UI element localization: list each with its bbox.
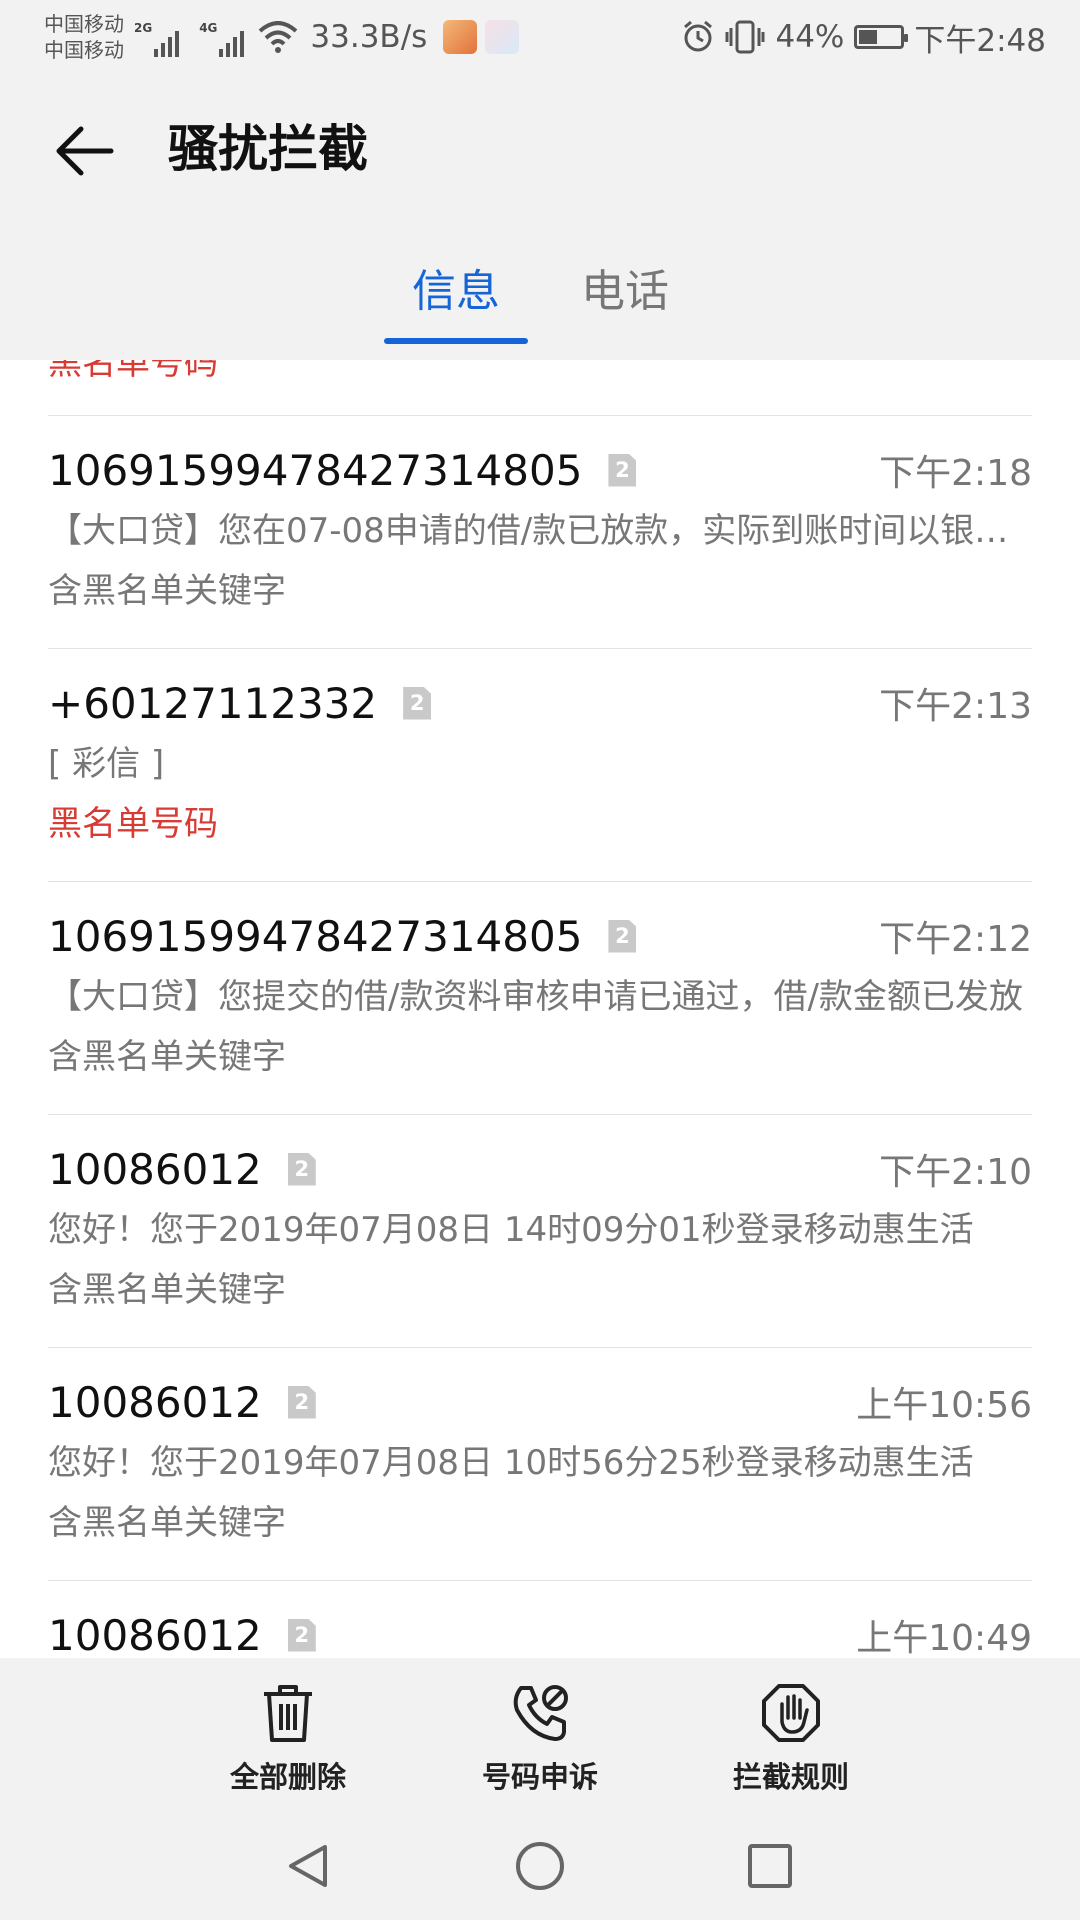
triangle-back-icon: [289, 1845, 327, 1887]
tab-calls[interactable]: 电话: [581, 250, 669, 334]
list-item[interactable]: 10691599478427314805 2 下午2:18 【大口贷】您在07-…: [48, 416, 1032, 649]
row-header: 10691599478427314805 2 下午2:18: [48, 444, 1032, 496]
sim-card-icon: 2: [287, 1618, 316, 1652]
app-notification-icon: [443, 20, 478, 54]
sim-card-icon: 2: [287, 1152, 316, 1186]
back-button[interactable]: [50, 116, 120, 186]
message-preview: 【大口贷】您提交的借/款资料审核申请已通过，借/款金额已发放: [48, 977, 1023, 1017]
sender-number: 10086012: [48, 1377, 262, 1427]
list-item[interactable]: 10691599478427314805 2 下午2:12 【大口贷】您提交的借…: [48, 882, 1032, 1115]
message-time: 下午2:12: [879, 919, 1032, 960]
sim-card-icon: 2: [403, 686, 432, 720]
action-label: 号码申诉: [481, 1760, 598, 1794]
tab-bar: 信息 电话: [0, 250, 1080, 346]
block-reason: 含黑名单关键字: [48, 1270, 286, 1310]
action-label: 全部删除: [229, 1760, 346, 1794]
signal-icon: [154, 27, 180, 57]
list-item[interactable]: 10086012 2 下午2:10 您好！您于2019年07月08日 14时09…: [48, 1115, 1032, 1348]
message-preview: 您好！您于2019年07月08日 10时56分25秒登录移动惠生活: [48, 1443, 974, 1483]
row-header: 10086012 2 上午10:49: [48, 1609, 1032, 1659]
block-reason: 含黑名单关键字: [48, 571, 286, 611]
wifi-icon: [259, 21, 298, 53]
status-right-group: 44% 下午2:48: [681, 15, 1046, 60]
list-item[interactable]: +60127112332 2 下午2:13 [ 彩信 ] 黑名单号码: [48, 649, 1032, 882]
action-label: 拦截规则: [732, 1760, 849, 1794]
battery-level-fill: [859, 30, 877, 44]
delete-all-button[interactable]: 全部删除: [188, 1682, 388, 1796]
phone-blocked-icon: [513, 1685, 568, 1741]
sender-number: +60127112332: [48, 678, 378, 728]
message-preview: [ 彩信 ]: [48, 744, 165, 784]
carrier-1-label: 中国移动: [44, 12, 124, 36]
tab-messages[interactable]: 信息: [412, 250, 500, 334]
message-preview: 您好！您于2019年07月08日 14时09分01秒登录移动惠生活: [48, 1210, 974, 1250]
active-tab-indicator: [384, 338, 528, 344]
row-header: 10691599478427314805 2 下午2:12: [48, 910, 1032, 962]
list-item[interactable]: 黑名单号码: [48, 360, 1032, 416]
blocked-messages-list[interactable]: 黑名单号码 10691599478427314805 2 下午2:18 【大口贷…: [0, 360, 1080, 1658]
signal-icon: [219, 27, 245, 57]
clock: 下午2:48: [914, 22, 1046, 59]
sender-number: 10086012: [48, 1610, 262, 1659]
carrier-2-label: 中国移动: [44, 38, 124, 62]
vibrate-icon: [725, 20, 765, 54]
message-time: 上午10:56: [856, 1385, 1032, 1426]
battery-percent: 44%: [775, 19, 845, 55]
number-appeal-button[interactable]: 号码申诉: [440, 1682, 640, 1796]
row-header: 10086012 2 上午10:56: [48, 1376, 1032, 1428]
message-preview: 【大口贷】您在07-08申请的借/款已放款，实际到账时间以银行为准: [48, 511, 1032, 551]
signal-group-2: 4G: [199, 17, 254, 57]
block-reason: 黑名单号码: [48, 804, 218, 844]
system-nav-bar: [0, 1808, 1080, 1920]
app-notification-icon: [485, 20, 520, 54]
sim-card-icon: 2: [608, 453, 637, 487]
arrow-left-icon: [56, 126, 114, 176]
nav-recent-button[interactable]: [742, 1838, 798, 1894]
sender-number: 10086012: [48, 1144, 262, 1194]
nav-home-button[interactable]: [512, 1838, 568, 1894]
sender-number: 10691599478427314805: [48, 911, 583, 961]
signal-group-1: 2G: [134, 17, 189, 57]
block-reason: 黑名单号码: [48, 360, 218, 383]
message-time: 下午2:13: [879, 686, 1032, 727]
bottom-action-bar: 全部删除 号码申诉 拦截规则: [0, 1658, 1080, 1808]
message-time: 下午2:10: [879, 1152, 1032, 1193]
block-reason: 含黑名单关键字: [48, 1503, 286, 1543]
sim-card-icon: 2: [287, 1385, 316, 1419]
row-header: +60127112332 2 下午2:13: [48, 677, 1032, 729]
message-time: 上午10:49: [856, 1618, 1032, 1658]
trash-icon: [264, 1685, 312, 1742]
list-item[interactable]: 10086012 2 上午10:56 您好！您于2019年07月08日 10时5…: [48, 1348, 1032, 1581]
battery-icon: [854, 25, 909, 49]
row-header: 10086012 2 下午2:10: [48, 1143, 1032, 1195]
sender-number: 10691599478427314805: [48, 445, 583, 495]
circle-home-icon: [516, 1842, 564, 1890]
network-type-label: 4G: [199, 21, 218, 35]
list-item[interactable]: 10086012 2 上午10:49: [48, 1581, 1032, 1659]
carrier-info: 中国移动 中国移动: [44, 11, 124, 63]
message-time: 下午2:18: [879, 453, 1032, 494]
alarm-icon: [684, 20, 713, 52]
block-reason: 含黑名单关键字: [48, 1037, 286, 1077]
status-bar: 中国移动 中国移动 2G 4G 33.3B/s 44% 下午2:48: [0, 0, 1080, 74]
block-rules-button[interactable]: 拦截规则: [691, 1682, 891, 1796]
square-recent-icon: [748, 1844, 792, 1888]
nav-back-button[interactable]: [280, 1838, 336, 1894]
hand-stop-icon: [762, 1684, 820, 1742]
sim-card-icon: 2: [608, 919, 637, 953]
network-type-label: 2G: [134, 21, 153, 35]
page-title: 骚扰拦截: [168, 120, 368, 178]
app-header: 骚扰拦截 信息 电话: [0, 74, 1080, 360]
network-speed: 33.3B/s: [310, 19, 428, 55]
